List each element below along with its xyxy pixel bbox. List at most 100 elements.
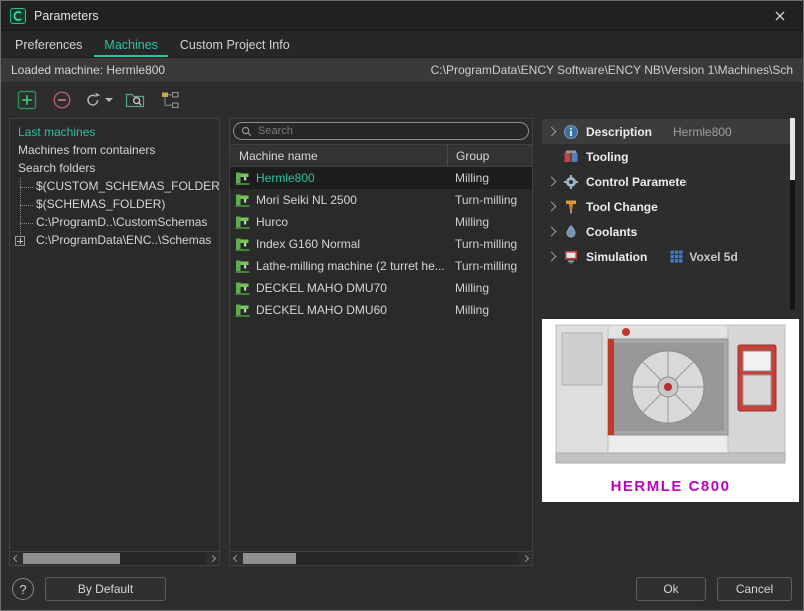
tree-item-label: C:\ProgramData\ENC..\Schemas [36, 233, 211, 247]
section-tooling[interactable]: Tooling [542, 144, 795, 169]
search-icon [241, 126, 252, 137]
horizontal-scrollbar[interactable] [230, 551, 532, 565]
tab-bar: Preferences Machines Custom Project Info [1, 31, 803, 58]
section-description[interactable]: Description Hermle800 [542, 119, 795, 144]
tab-custom-project-info[interactable]: Custom Project Info [170, 31, 300, 57]
section-label: Tooling [586, 150, 628, 164]
tree-item-schemas-path[interactable]: C:\ProgramData\ENC..\Schemas [10, 232, 219, 250]
machine-name: Mori Seiki NL 2500 [256, 193, 357, 207]
source-last-machines[interactable]: Last machines [10, 123, 219, 141]
refresh-dropdown-icon [105, 98, 113, 102]
machine-list-panel: Machine name Group Hermle800 Milling Mor… [229, 118, 533, 566]
cancel-button[interactable]: Cancel [717, 577, 792, 601]
loaded-machine-label: Loaded machine: Hermle800 [11, 63, 165, 77]
close-button[interactable] [766, 4, 794, 28]
window-title: Parameters [34, 9, 99, 23]
tree-item-custom-schemas-folder[interactable]: $(CUSTOM_SCHEMAS_FOLDER) [10, 178, 219, 196]
section-label: Simulation [586, 250, 647, 264]
machine-group: Milling [447, 215, 532, 229]
search-box[interactable] [233, 122, 529, 140]
gear-icon [562, 173, 579, 190]
chevron-right-icon [547, 127, 557, 137]
remove-machine-button[interactable] [49, 87, 75, 113]
simulation-mode[interactable]: Voxel 5d [670, 250, 737, 264]
section-tool-change[interactable]: Tool Change [542, 194, 795, 219]
info-icon [562, 123, 579, 140]
remove-icon [52, 90, 72, 110]
milling-machine-icon [235, 237, 250, 252]
table-row-hermle800[interactable]: Hermle800 Milling [230, 167, 532, 189]
section-coolants[interactable]: Coolants [542, 219, 795, 244]
source-search-folders[interactable]: Search folders [10, 159, 219, 177]
milling-machine-icon [235, 259, 250, 274]
machine-name: Lathe-milling machine (2 turret he... [256, 259, 445, 273]
add-icon [17, 90, 37, 110]
machines-toolbar [1, 82, 803, 118]
refresh-button[interactable] [84, 87, 113, 113]
tree-item-label: $(SCHEMAS_FOLDER) [36, 197, 165, 211]
scrollbar-thumb[interactable] [23, 553, 120, 564]
scrollbar-track[interactable] [243, 552, 519, 565]
chevron-right-icon [547, 227, 557, 237]
by-default-button[interactable]: By Default [45, 577, 166, 601]
scrollbar-thumb[interactable] [243, 553, 296, 564]
containers-view-button[interactable] [157, 87, 183, 113]
scroll-left-arrow[interactable] [230, 552, 243, 565]
tree-item-label: C:\ProgramD..\CustomSchemas [36, 215, 207, 229]
scrollbar-track[interactable] [23, 552, 206, 565]
tree-branch-line [20, 187, 33, 188]
table-row-index-g160[interactable]: Index G160 Normal Turn-milling [230, 233, 532, 255]
help-button[interactable]: ? [12, 578, 34, 600]
table-row-lathe-milling[interactable]: Lathe-milling machine (2 turret he... Tu… [230, 255, 532, 277]
machine-name: DECKEL MAHO DMU70 [256, 281, 387, 295]
milling-machine-icon [235, 303, 250, 318]
scroll-right-arrow[interactable] [206, 552, 219, 565]
column-group[interactable]: Group [447, 145, 532, 166]
tree-branch-line [20, 223, 33, 224]
sources-panel: Last machines Machines from containers S… [9, 118, 220, 566]
ok-button[interactable]: Ok [636, 577, 706, 601]
tab-machines[interactable]: Machines [94, 31, 168, 57]
section-label: Coolants [586, 225, 637, 239]
coolant-icon [562, 223, 579, 240]
scroll-right-arrow[interactable] [519, 552, 532, 565]
machine-group: Milling [447, 303, 532, 317]
machine-group: Turn-milling [447, 237, 532, 251]
source-machines-from-containers[interactable]: Machines from containers [10, 141, 219, 159]
loaded-machine-bar: Loaded machine: Hermle800 C:\ProgramData… [1, 58, 803, 82]
table-row-deckel-dmu70[interactable]: DECKEL MAHO DMU70 Milling [230, 277, 532, 299]
tree-item-schemas-folder[interactable]: $(SCHEMAS_FOLDER) [10, 196, 219, 214]
search-area [230, 119, 532, 144]
milling-machine-icon [235, 171, 250, 186]
table-header: Machine name Group [230, 144, 532, 167]
expand-plus-icon[interactable] [15, 236, 25, 246]
tree-item-custom-schemas-path[interactable]: C:\ProgramD..\CustomSchemas [10, 214, 219, 232]
machine-path: C:\ProgramData\ENCY Software\ENCY NB\Ver… [431, 63, 793, 77]
tab-preferences[interactable]: Preferences [5, 31, 92, 57]
vertical-scrollbar[interactable] [790, 118, 795, 310]
vertical-scrollbar-thumb[interactable] [790, 118, 795, 180]
machine-name: Hermle800 [256, 171, 315, 185]
milling-machine-icon [235, 281, 250, 296]
simulation-mode-label: Voxel 5d [689, 250, 737, 264]
section-control-parameters[interactable]: Control Parameters [542, 169, 795, 194]
table-row-hurco[interactable]: Hurco Milling [230, 211, 532, 233]
close-icon [775, 11, 785, 21]
scroll-left-arrow[interactable] [10, 552, 23, 565]
parameters-dialog: Parameters Preferences Machines Custom P… [0, 0, 804, 611]
horizontal-scrollbar[interactable] [10, 551, 219, 565]
properties-panel: Description Hermle800 Tooling Control Pa… [542, 118, 795, 566]
search-input[interactable] [258, 125, 521, 137]
machine-name: DECKEL MAHO DMU60 [256, 303, 387, 317]
chevron-right-icon [547, 252, 557, 262]
section-simulation[interactable]: Simulation Voxel 5d [542, 244, 795, 269]
add-machine-button[interactable] [14, 87, 40, 113]
chevron-right-icon [547, 177, 557, 187]
footer: ? By Default Ok Cancel [1, 566, 803, 611]
machine-group: Turn-milling [447, 193, 532, 207]
column-machine-name[interactable]: Machine name [230, 145, 447, 166]
search-folders-button[interactable] [122, 87, 148, 113]
table-row-deckel-dmu60[interactable]: DECKEL MAHO DMU60 Milling [230, 299, 532, 321]
tree-item-label: $(CUSTOM_SCHEMAS_FOLDER) [36, 179, 219, 193]
table-row-mori-seiki[interactable]: Mori Seiki NL 2500 Turn-milling [230, 189, 532, 211]
